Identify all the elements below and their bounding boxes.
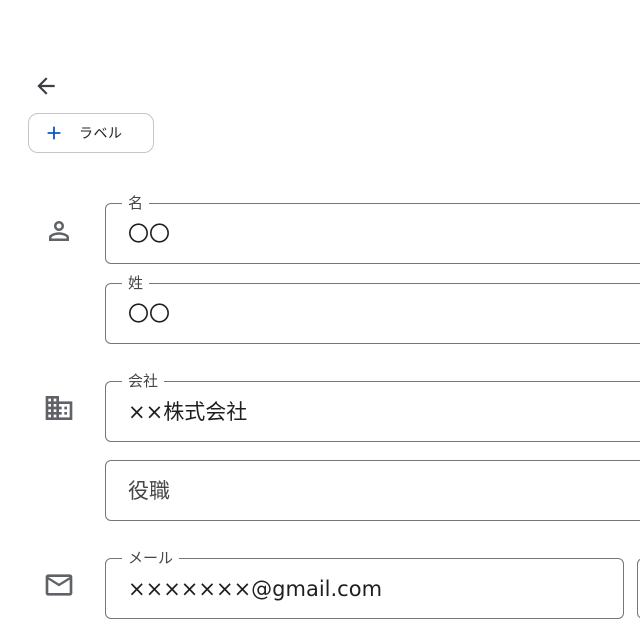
person-icon: [38, 210, 80, 252]
email-label: メール: [122, 548, 180, 568]
last-name-value: 〇〇: [128, 302, 170, 326]
arrow-back-icon: [37, 77, 55, 95]
add-label-text: ラベル: [79, 126, 123, 142]
first-name-field[interactable]: 名 〇〇: [105, 193, 640, 264]
first-name-label: 名: [122, 193, 150, 213]
company-value: ××株式会社: [128, 400, 248, 424]
job-title-field[interactable]: 役職: [105, 460, 640, 521]
job-title-placeholder: 役職: [128, 479, 170, 503]
last-name-label: 姓: [122, 273, 150, 293]
email-value: ×××××××@gmail.com: [128, 577, 383, 601]
company-label: 会社: [122, 371, 165, 391]
first-name-value: 〇〇: [128, 222, 170, 246]
plus-icon: [43, 122, 65, 144]
mail-icon: [38, 564, 80, 606]
email-field[interactable]: メール ×××××××@gmail.com: [105, 548, 624, 619]
add-label-button[interactable]: ラベル: [28, 113, 154, 153]
last-name-field[interactable]: 姓 〇〇: [105, 273, 640, 344]
company-field[interactable]: 会社 ××株式会社: [105, 371, 640, 442]
building-icon: [38, 387, 80, 429]
back-button[interactable]: [28, 68, 64, 104]
